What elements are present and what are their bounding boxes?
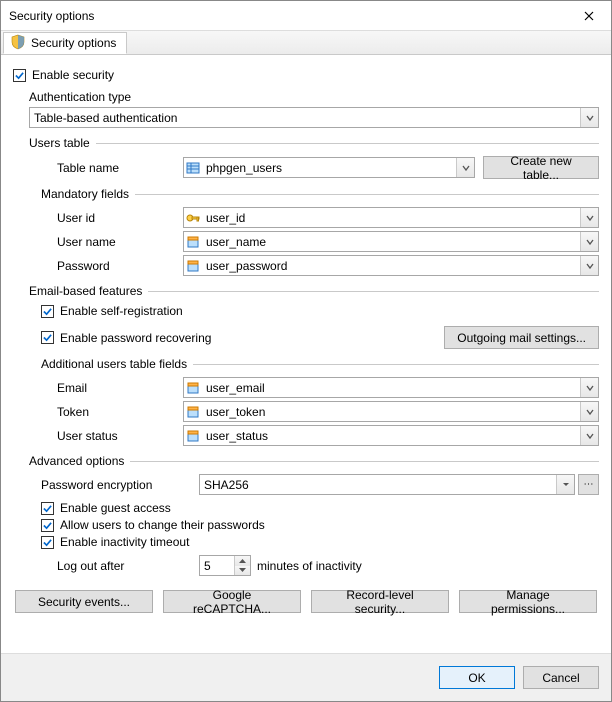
self-reg-label: Enable self-registration [60,304,183,318]
user-name-combo[interactable]: user_name [183,231,599,252]
cancel-button[interactable]: Cancel [523,666,599,689]
tab-strip: Security options [1,31,611,55]
checkbox-icon [41,519,54,532]
security-events-button[interactable]: Security events... [15,590,153,613]
enable-inactivity-timeout-checkbox[interactable]: Enable inactivity timeout [13,535,599,549]
chevron-down-icon [580,232,598,251]
pw-encryption-dropdown[interactable]: SHA256 [199,474,575,495]
ok-button[interactable]: OK [439,666,515,689]
group-additional-fields: Additional users table fields [41,357,599,371]
close-icon [584,11,594,21]
group-users-table: Users table [13,136,599,150]
auth-type-dropdown[interactable]: Table-based authentication [29,107,599,128]
table-name-combo[interactable]: phpgen_users [183,157,475,178]
allow-change-pw-label: Allow users to change their passwords [60,518,265,532]
chevron-down-icon [580,108,598,127]
auth-type-label: Authentication type [13,90,131,104]
window-title: Security options [9,9,567,23]
token-combo[interactable]: user_token [183,401,599,422]
checkbox-icon [41,536,54,549]
pw-encryption-label: Password encryption [13,478,199,492]
email-label: Email [13,381,183,395]
logout-after-value: 5 [200,559,234,573]
email-value: user_email [202,381,580,395]
password-label: Password [13,259,183,273]
checkbox-icon [13,69,26,82]
auth-type-value: Table-based authentication [30,111,580,125]
table-name-label: Table name [13,161,183,175]
allow-change-password-checkbox[interactable]: Allow users to change their passwords [13,518,599,532]
record-level-security-button[interactable]: Record-level security... [311,590,449,613]
group-mandatory-fields: Mandatory fields [41,187,599,201]
bottom-button-row: Security events... Google reCAPTCHA... R… [13,590,599,613]
chevron-down-icon [456,158,474,177]
email-combo[interactable]: user_email [183,377,599,398]
content-area: Enable security Authentication type Tabl… [1,55,611,653]
user-name-value: user_name [202,235,580,249]
group-advanced-options: Advanced options [13,454,599,468]
shield-icon [10,34,26,53]
token-label: Token [13,405,183,419]
checkbox-icon [41,502,54,515]
chevron-down-icon [580,208,598,227]
logout-after-label: Log out after [57,559,199,573]
tab-security-options[interactable]: Security options [3,32,127,54]
tab-label: Security options [31,36,116,50]
chevron-down-icon [580,378,598,397]
chevron-down-icon [580,402,598,421]
token-value: user_token [202,405,580,419]
password-combo[interactable]: user_password [183,255,599,276]
guest-access-label: Enable guest access [60,501,171,515]
enable-security-checkbox[interactable]: Enable security [13,68,599,82]
enable-password-recovering-checkbox[interactable]: Enable password recovering [41,331,444,345]
chevron-down-icon [580,426,598,445]
create-new-table-button[interactable]: Create new table... [483,156,599,179]
column-icon [184,235,202,249]
pw-encryption-value: SHA256 [200,478,556,492]
outgoing-mail-settings-button[interactable]: Outgoing mail settings... [444,326,599,349]
user-id-combo[interactable]: user_id [183,207,599,228]
user-id-label: User id [13,211,183,225]
key-icon [184,211,202,225]
logout-after-suffix: minutes of inactivity [257,559,362,573]
checkbox-icon [41,331,54,344]
enable-guest-access-checkbox[interactable]: Enable guest access [13,501,599,515]
group-email-features: Email-based features [13,284,599,298]
chevron-down-icon [556,475,574,494]
enable-self-registration-checkbox[interactable]: Enable self-registration [13,304,599,318]
user-status-value: user_status [202,429,580,443]
logout-after-spinner[interactable]: 5 [199,555,251,576]
pw-encryption-ellipsis-button[interactable]: ⋯ [578,474,599,495]
password-value: user_password [202,259,580,273]
table-icon [184,161,202,175]
user-id-value: user_id [202,211,580,225]
google-recaptcha-button[interactable]: Google reCAPTCHA... [163,590,301,613]
table-name-value: phpgen_users [202,161,456,175]
spinner-up-icon[interactable] [235,556,250,566]
spinner-down-icon[interactable] [235,566,250,576]
chevron-down-icon [580,256,598,275]
user-name-label: User name [13,235,183,249]
column-icon [184,429,202,443]
pw-recover-label: Enable password recovering [60,331,211,345]
user-status-label: User status [13,429,183,443]
dialog-footer: OK Cancel [1,653,611,701]
column-icon [184,405,202,419]
close-button[interactable] [567,2,611,30]
column-icon [184,381,202,395]
column-icon [184,259,202,273]
user-status-combo[interactable]: user_status [183,425,599,446]
checkbox-icon [41,305,54,318]
inactivity-timeout-label: Enable inactivity timeout [60,535,189,549]
manage-permissions-button[interactable]: Manage permissions... [459,590,597,613]
enable-security-label: Enable security [32,68,114,82]
titlebar: Security options [1,1,611,31]
